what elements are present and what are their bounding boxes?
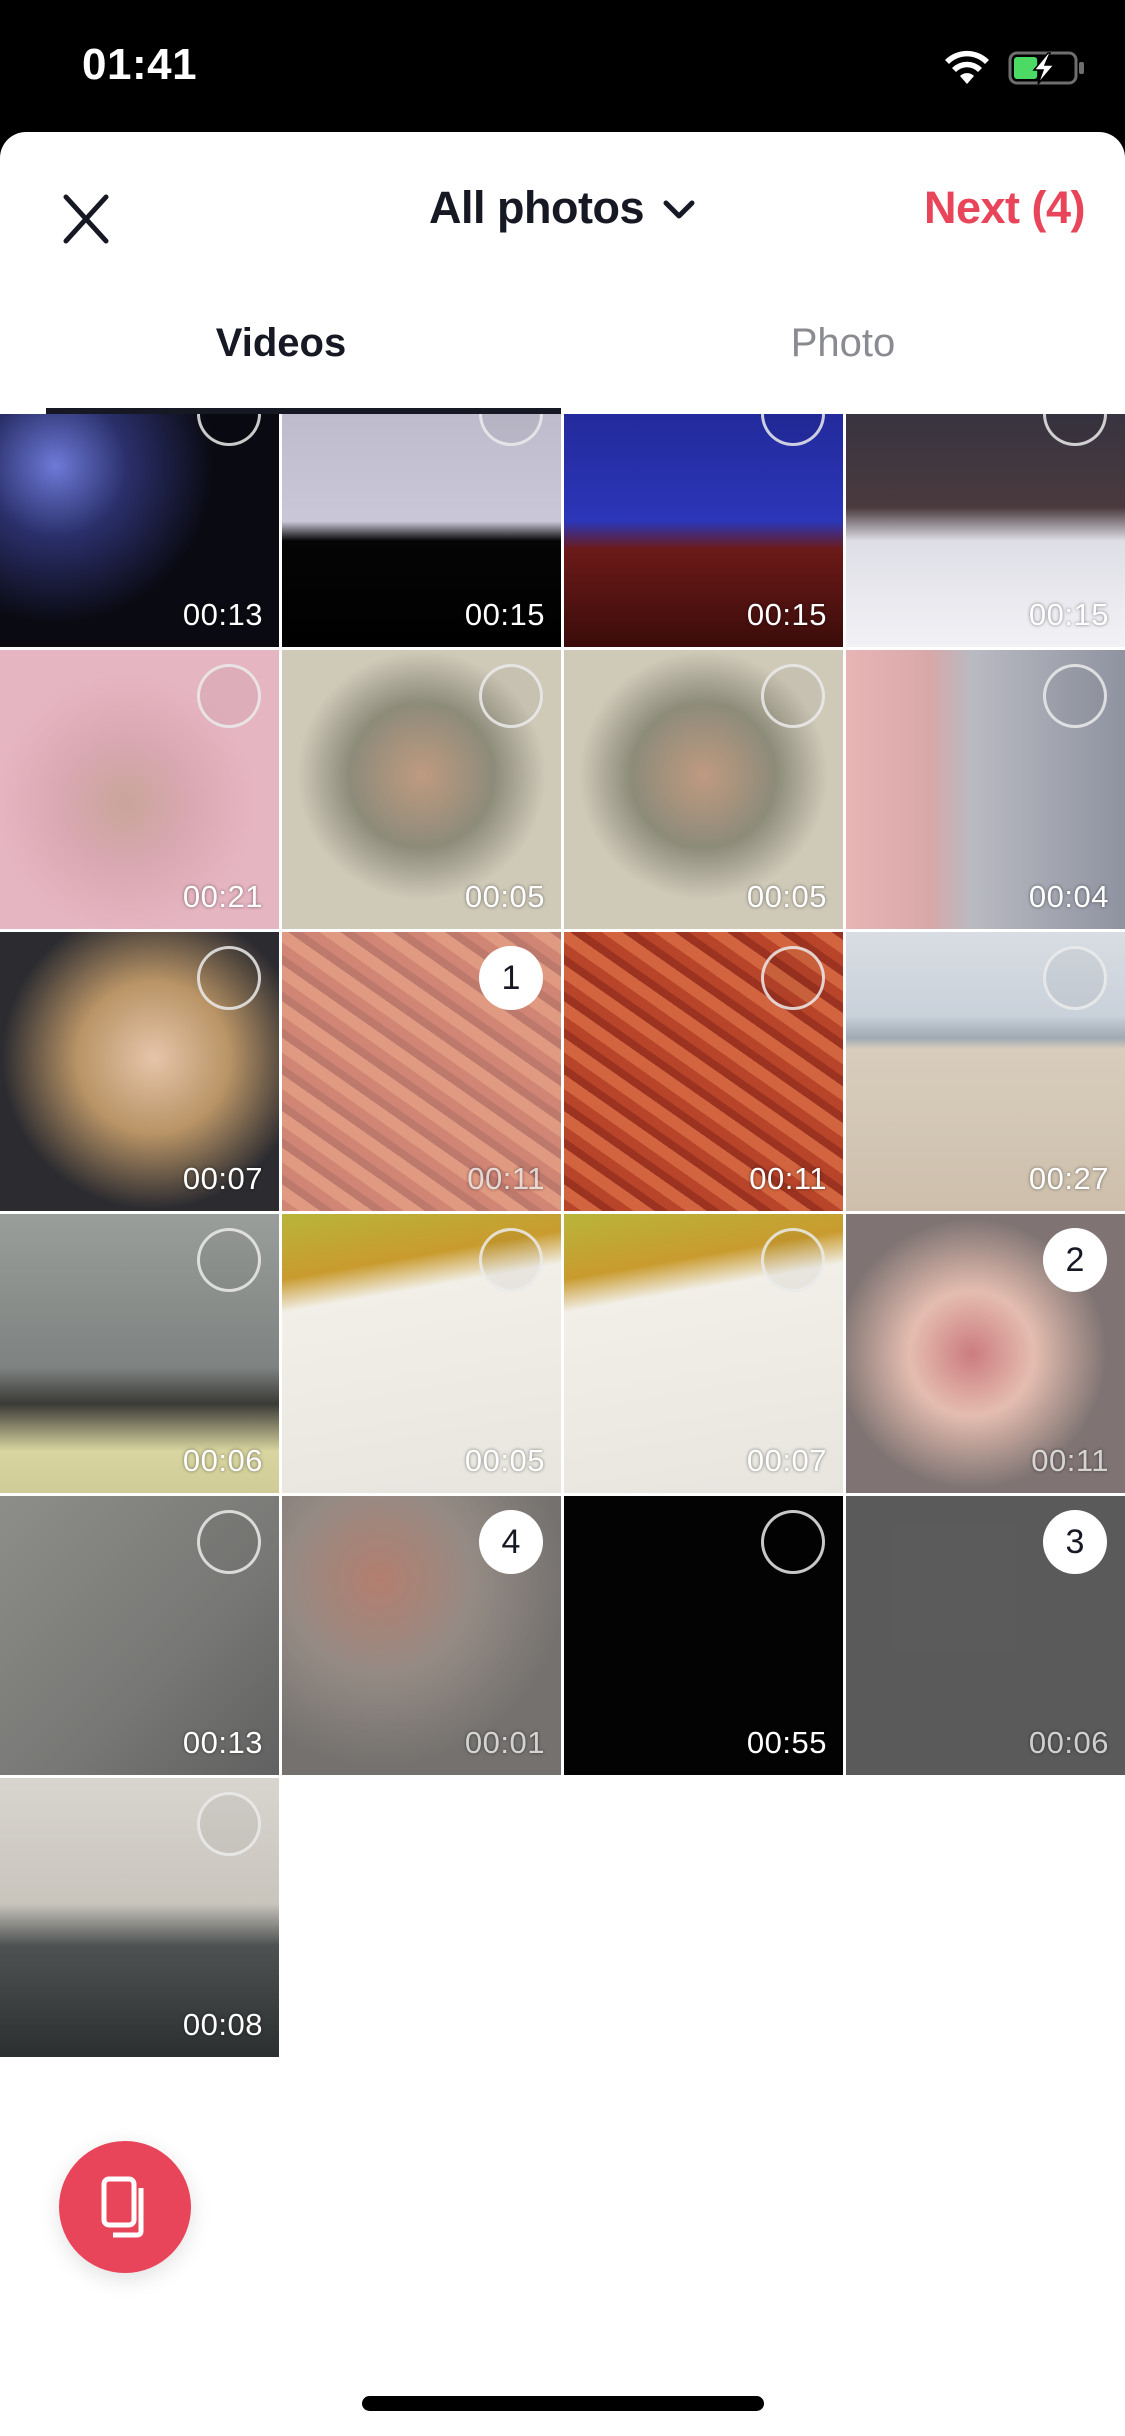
album-selector[interactable]: All photos [429, 182, 696, 234]
video-thumbnail[interactable]: 00:07 [564, 1214, 843, 1493]
selection-order-badge[interactable]: 1 [479, 946, 543, 1010]
select-checkbox[interactable] [479, 1228, 543, 1292]
video-thumbnail[interactable]: 4 00:01 [282, 1496, 561, 1775]
video-thumbnail[interactable]: 00:13 [0, 1496, 279, 1775]
video-duration: 00:08 [182, 2007, 263, 2042]
wifi-icon [945, 50, 989, 84]
multi-select-icon [101, 2176, 144, 2238]
video-duration: 00:06 [182, 1443, 263, 1478]
selection-order-badge[interactable]: 2 [1043, 1228, 1107, 1292]
video-duration: 00:21 [182, 879, 263, 914]
video-duration: 00:13 [182, 597, 263, 632]
video-thumbnail[interactable]: 00:55 [564, 1496, 843, 1775]
select-checkbox[interactable] [197, 1228, 261, 1292]
tab-photo[interactable]: Photo [562, 307, 1124, 414]
video-thumbnail[interactable]: 1 00:11 [282, 932, 561, 1211]
select-checkbox[interactable] [761, 1228, 825, 1292]
video-duration: 00:05 [746, 879, 827, 914]
selection-order-badge[interactable]: 4 [479, 1510, 543, 1574]
video-duration: 00:11 [749, 1161, 827, 1196]
video-duration: 00:15 [1028, 597, 1109, 632]
tab-videos-label: Videos [215, 321, 347, 365]
video-duration: 00:27 [1028, 1161, 1109, 1196]
tab-photo-label: Photo [790, 321, 896, 365]
select-checkbox[interactable] [197, 1510, 261, 1574]
video-thumbnail[interactable]: 2 00:11 [846, 1214, 1125, 1493]
select-checkbox[interactable] [1043, 664, 1107, 728]
select-checkbox[interactable] [197, 1792, 261, 1856]
video-thumbnail[interactable]: 00:05 [564, 650, 843, 929]
video-duration: 00:01 [464, 1725, 545, 1760]
select-checkbox[interactable] [197, 946, 261, 1010]
video-thumbnail[interactable]: 00:13 [0, 414, 279, 647]
video-thumbnail[interactable]: 00:15 [846, 414, 1125, 647]
video-thumbnail[interactable]: 00:27 [846, 932, 1125, 1211]
album-title: All photos [429, 182, 644, 233]
video-thumbnail[interactable]: 00:06 [0, 1214, 279, 1493]
video-duration: 00:06 [1028, 1725, 1109, 1760]
video-duration: 00:07 [746, 1443, 827, 1478]
select-checkbox[interactable] [761, 946, 825, 1010]
media-type-tabs: Videos Photo [0, 307, 1125, 414]
video-duration: 00:55 [746, 1725, 827, 1760]
select-checkbox[interactable] [761, 1510, 825, 1574]
video-thumbnail[interactable]: 00:08 [0, 1778, 279, 2057]
selection-order-badge[interactable]: 3 [1043, 1510, 1107, 1574]
video-thumbnail[interactable]: 00:15 [564, 414, 843, 647]
status-bar: 01:41 [0, 0, 1125, 132]
select-checkbox[interactable] [761, 664, 825, 728]
status-time: 01:41 [82, 40, 198, 89]
video-thumbnail[interactable]: 3 00:06 [846, 1496, 1125, 1775]
battery-charging-icon [1008, 51, 1084, 85]
video-duration: 00:11 [467, 1161, 545, 1196]
video-duration: 00:15 [464, 597, 545, 632]
video-thumbnail[interactable]: 00:05 [282, 1214, 561, 1493]
video-duration: 00:13 [182, 1725, 263, 1760]
video-thumbnail[interactable]: 00:15 [282, 414, 561, 647]
video-thumbnail[interactable]: 00:21 [0, 650, 279, 929]
header: All photos Next (4) [0, 132, 1125, 292]
home-indicator[interactable] [362, 2396, 764, 2411]
select-checkbox[interactable] [1043, 946, 1107, 1010]
select-checkbox[interactable] [197, 664, 261, 728]
video-duration: 00:11 [1031, 1443, 1109, 1478]
multi-select-button[interactable] [59, 2141, 191, 2273]
video-duration: 00:05 [464, 1443, 545, 1478]
chevron-down-icon [663, 200, 695, 219]
video-thumbnail[interactable]: 00:07 [0, 932, 279, 1211]
video-duration: 00:04 [1028, 879, 1109, 914]
video-thumbnail[interactable]: 00:05 [282, 650, 561, 929]
select-checkbox[interactable] [479, 664, 543, 728]
video-duration: 00:15 [746, 597, 827, 632]
video-duration: 00:07 [182, 1161, 263, 1196]
media-picker-sheet: All photos Next (4) Videos Photo 00:13 00… [0, 132, 1125, 2436]
video-thumbnail[interactable]: 00:04 [846, 650, 1125, 929]
tab-videos[interactable]: Videos [0, 307, 562, 414]
video-thumbnail[interactable]: 00:11 [564, 932, 843, 1211]
next-button[interactable]: Next (4) [924, 182, 1086, 234]
video-duration: 00:05 [464, 879, 545, 914]
